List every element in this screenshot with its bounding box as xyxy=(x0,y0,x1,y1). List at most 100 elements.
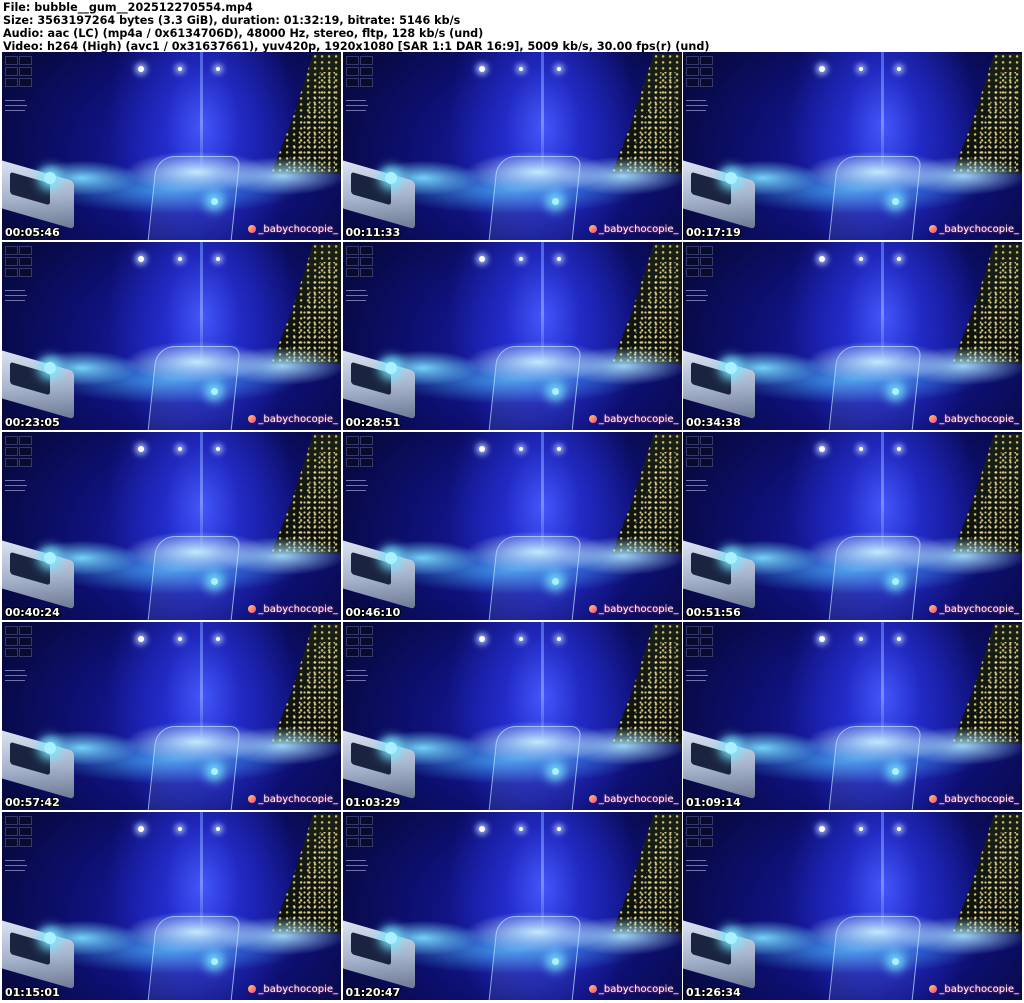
overlay-cell xyxy=(19,268,32,277)
overlay-cell xyxy=(19,626,32,635)
overlay-cell xyxy=(5,67,18,76)
ceiling-light xyxy=(138,256,144,262)
glow-light xyxy=(551,768,559,775)
ceiling-light xyxy=(178,447,182,451)
stream-overlay-lines xyxy=(686,480,722,494)
watermark-logo-icon xyxy=(929,415,938,423)
glow-light xyxy=(892,958,899,965)
glass-chair xyxy=(828,916,922,1000)
glow-light xyxy=(892,198,899,205)
watermark-logo-icon xyxy=(248,795,257,803)
glow-light xyxy=(551,958,559,965)
stream-overlay-lines xyxy=(345,290,382,304)
overlay-cell xyxy=(5,637,18,646)
watermark-text: _babychocopie_ xyxy=(939,224,1019,235)
stream-overlay-lines xyxy=(345,480,382,494)
stream-overlay-lines xyxy=(5,290,41,304)
overlay-cell xyxy=(345,246,359,255)
overlay-cell xyxy=(5,257,18,266)
glass-chair xyxy=(487,726,582,810)
overlay-cell xyxy=(686,827,699,836)
watermark-text: _babychocopie_ xyxy=(598,794,679,805)
watermark-logo-icon xyxy=(588,985,597,993)
overlay-cell xyxy=(345,67,359,76)
watermark-logo-icon xyxy=(248,985,257,993)
watermark-text: _babychocopie_ xyxy=(939,794,1019,805)
overlay-cell xyxy=(700,458,713,467)
glow-light xyxy=(384,362,397,374)
video-thumbnail: _babychocopie_ 00:05:46 xyxy=(2,52,341,240)
video-thumbnail: _babychocopie_ 00:34:38 xyxy=(683,242,1022,430)
overlay-cell xyxy=(686,257,699,266)
glow-light xyxy=(384,552,397,564)
watermark-logo-icon xyxy=(929,795,938,803)
glow-light xyxy=(551,578,559,585)
glow-light xyxy=(44,932,56,944)
watermark: _babychocopie_ xyxy=(588,984,679,995)
glow-light xyxy=(384,172,397,184)
video-thumbnail: _babychocopie_ 01:15:01 xyxy=(2,812,341,1000)
video-thumbnail: _babychocopie_ 00:17:19 xyxy=(683,52,1022,240)
watermark-text: _babychocopie_ xyxy=(258,224,338,235)
overlay-cell xyxy=(345,648,359,657)
video-thumbnail: _babychocopie_ 01:09:14 xyxy=(683,622,1022,810)
overlay-cell xyxy=(359,637,373,646)
overlay-cell xyxy=(5,246,18,255)
ceiling-light xyxy=(897,67,901,71)
thumbnail-timestamp: 00:28:51 xyxy=(345,416,401,429)
thumbnail-timestamp: 00:11:33 xyxy=(345,226,401,239)
watermark-logo-icon xyxy=(929,225,938,233)
ceiling-light xyxy=(216,827,220,831)
ceiling-light xyxy=(518,827,523,831)
thumbnail-grid: _babychocopie_ 00:05:46 _babychocopie_ 0… xyxy=(0,52,1024,1003)
video-thumbnail: _babychocopie_ 01:03:29 xyxy=(342,622,682,810)
overlay-cell xyxy=(700,816,713,825)
glass-chair xyxy=(147,536,241,620)
overlay-cell xyxy=(19,56,32,65)
glow-light xyxy=(551,198,559,205)
overlay-cell xyxy=(359,257,373,266)
watermark: _babychocopie_ xyxy=(248,414,338,425)
glow-light xyxy=(384,742,397,754)
glass-chair xyxy=(147,726,241,810)
watermark: _babychocopie_ xyxy=(248,984,338,995)
overlay-cell xyxy=(700,648,713,657)
thumbnail-timestamp: 00:17:19 xyxy=(686,226,741,239)
watermark-logo-icon xyxy=(248,415,257,423)
watermark-text: _babychocopie_ xyxy=(939,604,1019,615)
watermark-text: _babychocopie_ xyxy=(258,794,338,805)
overlay-cell xyxy=(700,838,713,847)
ceiling-light xyxy=(556,257,561,261)
watermark-logo-icon xyxy=(929,985,938,993)
overlay-cell xyxy=(5,458,18,467)
watermark-logo-icon xyxy=(929,605,938,613)
glass-chair xyxy=(487,916,582,1000)
video-info-line: Video: h264 (High) (avc1 / 0x31637661), … xyxy=(3,40,710,52)
overlay-cell xyxy=(700,246,713,255)
watermark: _babychocopie_ xyxy=(929,224,1019,235)
glow-light xyxy=(892,768,899,775)
overlay-cell xyxy=(700,67,713,76)
thumbnail-timestamp: 01:20:47 xyxy=(345,986,401,999)
overlay-cell xyxy=(19,827,32,836)
thumbnail-timestamp: 01:09:14 xyxy=(686,796,741,809)
ceiling-light xyxy=(859,67,863,71)
overlay-cell xyxy=(359,56,373,65)
overlay-cell xyxy=(345,268,359,277)
ceiling-light xyxy=(556,827,561,831)
overlay-cell xyxy=(686,447,699,456)
overlay-cell xyxy=(5,838,18,847)
video-thumbnail: _babychocopie_ 00:51:56 xyxy=(683,432,1022,620)
overlay-cell xyxy=(686,67,699,76)
overlay-cell xyxy=(700,78,713,87)
ceiling-light xyxy=(819,636,825,642)
glow-light xyxy=(725,172,737,184)
thumbnail-timestamp: 00:57:42 xyxy=(5,796,60,809)
ceiling-light xyxy=(138,636,144,642)
ceiling-light xyxy=(478,66,485,72)
watermark-text: _babychocopie_ xyxy=(939,984,1019,995)
overlay-cell xyxy=(19,458,32,467)
ceiling-light xyxy=(138,66,144,72)
watermark-text: _babychocopie_ xyxy=(598,984,679,995)
ceiling-light xyxy=(478,636,485,642)
